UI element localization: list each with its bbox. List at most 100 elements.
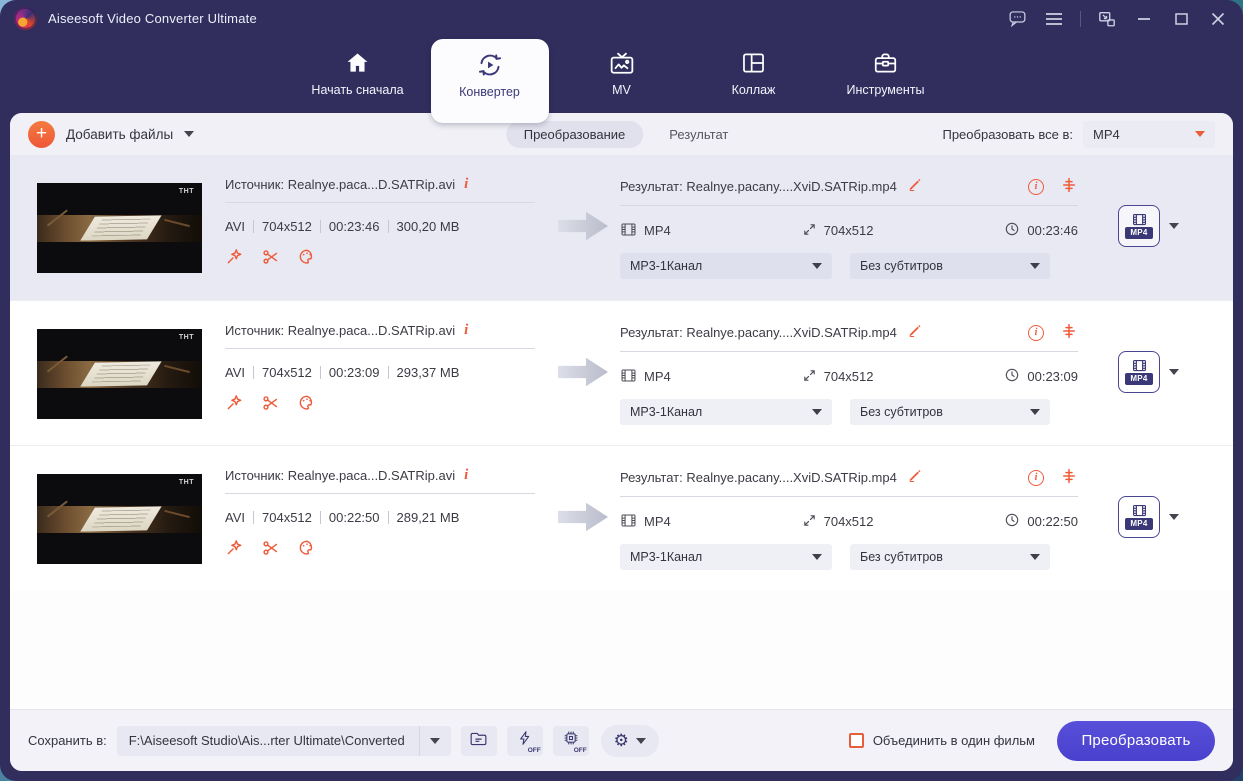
output-profile: MP4 xyxy=(1118,351,1179,393)
mini-mode-button[interactable] xyxy=(1096,8,1118,30)
menu-button[interactable] xyxy=(1043,8,1065,30)
add-files-button[interactable]: + Добавить файлы xyxy=(28,120,195,148)
file-row[interactable]: ТНТ Источник: Realnye.paca...D.SATRip.av… xyxy=(10,300,1233,445)
cut-icon[interactable] xyxy=(261,247,281,267)
maximize-button[interactable] xyxy=(1170,8,1192,30)
tv-icon xyxy=(608,48,636,78)
source-duration: 00:23:46 xyxy=(328,219,380,234)
channel-watermark: ТНТ xyxy=(178,479,194,486)
save-path-select[interactable]: F:\Aiseesoft Studio\Ais...rter Ultimate\… xyxy=(116,725,451,756)
gpu-accel-toggle[interactable]: OFF xyxy=(552,725,589,756)
video-thumbnail: ТНТ xyxy=(37,329,202,419)
minimize-icon xyxy=(1137,17,1151,21)
source-info-icon[interactable]: i xyxy=(464,467,468,484)
channel-watermark: ТНТ xyxy=(178,188,194,195)
open-folder-button[interactable] xyxy=(460,725,497,756)
result-info: Результат: Realnye.pacany....XviD.SATRip… xyxy=(620,322,1078,425)
merge-option[interactable]: Объединить в один фильм xyxy=(848,733,1035,748)
profile-caret-icon[interactable] xyxy=(1169,223,1179,229)
cut-icon[interactable] xyxy=(261,393,281,413)
convert-button[interactable]: Преобразовать xyxy=(1057,720,1215,761)
audio-track-select[interactable]: MP3-1Канал xyxy=(620,544,832,570)
palette-icon[interactable] xyxy=(297,393,317,413)
app-logo-icon xyxy=(14,7,37,30)
rename-pencil-icon[interactable] xyxy=(907,322,924,342)
save-path-caret-icon xyxy=(430,737,441,744)
window-title: Aiseesoft Video Converter Ultimate xyxy=(48,11,257,26)
tab-collage[interactable]: Коллаж xyxy=(695,37,813,113)
thumbnail-frame xyxy=(37,355,202,388)
cut-icon[interactable] xyxy=(261,538,281,558)
subtitle-value: Без субтитров xyxy=(860,405,943,419)
high-speed-toggle[interactable]: OFF xyxy=(506,725,543,756)
file-row[interactable]: ТНТ Источник: Realnye.paca...D.SATRip.av… xyxy=(10,155,1233,300)
palette-icon[interactable] xyxy=(297,247,317,267)
rename-pencil-icon[interactable] xyxy=(907,467,924,487)
audio-track-value: MP3-1Канал xyxy=(630,259,703,273)
merge-checkbox[interactable] xyxy=(848,733,864,748)
open-folder-icon xyxy=(469,730,488,752)
thumbnail-frame xyxy=(37,500,202,533)
subtitle-select[interactable]: Без субтитров xyxy=(850,544,1050,570)
tab-result[interactable]: Результат xyxy=(669,127,728,142)
subtitle-select[interactable]: Без субтитров xyxy=(850,399,1050,425)
add-files-label: Добавить файлы xyxy=(66,126,174,142)
divider xyxy=(620,351,1078,352)
convert-all-select[interactable]: MP4 xyxy=(1083,120,1215,148)
divider xyxy=(225,202,535,203)
audio-track-select[interactable]: MP3-1Канал xyxy=(620,399,832,425)
resolution-expand-icon xyxy=(802,368,817,386)
source-size: 289,21 MB xyxy=(396,510,460,525)
equalizer-icon[interactable] xyxy=(1060,467,1078,488)
settings-button[interactable]: ⚙ xyxy=(600,724,659,757)
video-thumbnail: ТНТ xyxy=(37,183,202,273)
edit-effects-icon[interactable] xyxy=(225,247,245,267)
audio-caret-icon xyxy=(812,409,822,415)
tab-conversion[interactable]: Преобразование xyxy=(505,120,644,148)
source-info-icon[interactable]: i xyxy=(464,176,468,193)
source-info: Источник: Realnye.paca...D.SATRip.avi i … xyxy=(225,467,535,558)
home-icon xyxy=(344,48,371,78)
equalizer-icon[interactable] xyxy=(1060,322,1078,343)
file-row[interactable]: ТНТ Источник: Realnye.paca...D.SATRip.av… xyxy=(10,445,1233,590)
profile-caret-icon[interactable] xyxy=(1169,369,1179,375)
equalizer-icon[interactable] xyxy=(1060,176,1078,197)
out-resolution: 704x512 xyxy=(823,514,874,529)
content-panel: + Добавить файлы Преобразование Результа… xyxy=(10,113,1233,771)
source-filename: Источник: Realnye.paca...D.SATRip.avi xyxy=(225,323,456,338)
tab-restart[interactable]: Начать сначала xyxy=(299,37,417,113)
source-resolution: 704x512 xyxy=(262,219,312,234)
profile-button[interactable]: MP4 xyxy=(1118,351,1160,393)
feedback-button[interactable] xyxy=(1006,8,1028,30)
close-button[interactable] xyxy=(1207,8,1229,30)
source-info-icon[interactable]: i xyxy=(464,322,468,339)
info-circle-icon[interactable]: i xyxy=(1028,178,1044,195)
profile-caret-icon[interactable] xyxy=(1169,514,1179,520)
collage-icon xyxy=(740,48,767,78)
output-profile: MP4 xyxy=(1118,205,1179,247)
out-duration: 00:23:09 xyxy=(1027,369,1078,384)
add-plus-icon: + xyxy=(28,120,55,148)
profile-button[interactable]: MP4 xyxy=(1118,205,1160,247)
info-circle-icon[interactable]: i xyxy=(1028,324,1044,341)
profile-button[interactable]: MP4 xyxy=(1118,496,1160,538)
source-info: Источник: Realnye.paca...D.SATRip.avi i … xyxy=(225,176,535,267)
tab-converter[interactable]: Конвертер xyxy=(430,39,549,123)
audio-track-select[interactable]: MP3-1Канал xyxy=(620,253,832,279)
edit-effects-icon[interactable] xyxy=(225,538,245,558)
divider xyxy=(225,348,535,349)
tab-tools[interactable]: Инструменты xyxy=(827,37,945,113)
edit-effects-icon[interactable] xyxy=(225,393,245,413)
minimize-button[interactable] xyxy=(1133,8,1155,30)
source-size: 293,37 MB xyxy=(396,365,460,380)
source-size: 300,20 MB xyxy=(396,219,460,234)
palette-icon[interactable] xyxy=(297,538,317,558)
info-circle-icon[interactable]: i xyxy=(1028,469,1044,486)
main-nav: Начать сначала Конвертер MV Коллаж Инстр… xyxy=(0,37,1243,123)
rename-pencil-icon[interactable] xyxy=(907,176,924,196)
convert-arrow-icon xyxy=(558,357,608,387)
subtitle-select[interactable]: Без субтитров xyxy=(850,253,1050,279)
tab-mv[interactable]: MV xyxy=(563,37,681,113)
settings-caret-icon xyxy=(635,737,646,744)
audio-caret-icon xyxy=(812,554,822,560)
